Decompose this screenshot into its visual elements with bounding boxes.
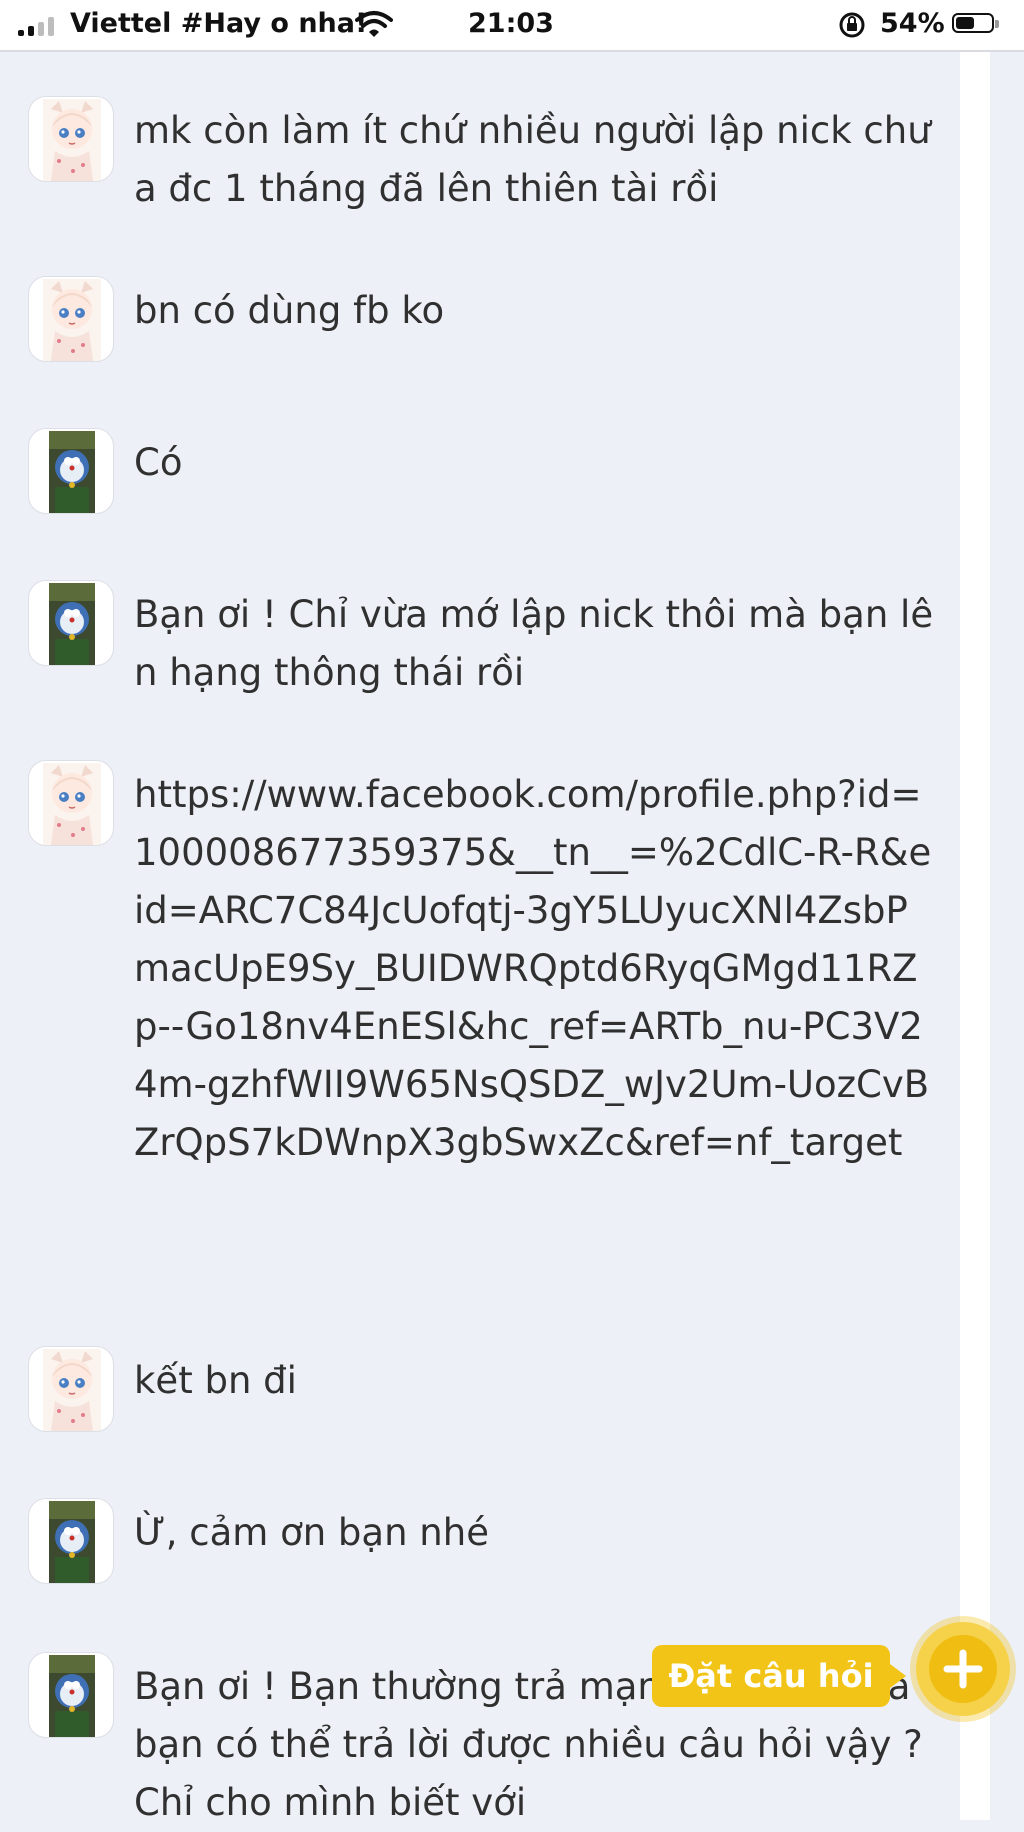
avatar[interactable] — [28, 96, 114, 182]
avatar[interactable] — [28, 428, 114, 514]
clock: 21:03 — [468, 8, 554, 39]
avatar[interactable] — [28, 1498, 114, 1584]
comment-text: Có — [134, 441, 183, 484]
anime-girl-avatar-icon — [43, 279, 101, 361]
avatar[interactable] — [28, 1652, 114, 1738]
doraemon-avatar-icon — [49, 431, 95, 513]
comment-text: mk còn làm ít chứ nhiều người lập nick c… — [134, 109, 931, 210]
anime-girl-avatar-icon — [43, 1349, 101, 1431]
battery-icon — [952, 13, 999, 33]
scroll-rail — [960, 52, 990, 1820]
comment-text: kết bn đi — [134, 1359, 297, 1402]
avatar[interactable] — [28, 276, 114, 362]
doraemon-avatar-icon — [49, 1655, 95, 1737]
status-bar: Viettel #Hay o nha! 21:03 54% — [0, 0, 1024, 52]
carrier-name: Viettel #Hay o nha! — [70, 8, 368, 39]
avatar[interactable] — [28, 760, 114, 846]
rotation-lock-icon — [838, 11, 866, 46]
comment-text[interactable]: https://www.facebook.com/profile.php?id=… — [134, 766, 934, 1172]
wifi-icon — [355, 10, 393, 45]
doraemon-avatar-icon — [49, 1501, 95, 1583]
comment-text: bn có dùng fb ko — [134, 289, 445, 332]
battery-percentage: 54% — [880, 8, 945, 39]
plus-icon — [943, 1649, 983, 1689]
doraemon-avatar-icon — [49, 583, 95, 665]
signal-icon — [18, 16, 54, 36]
anime-girl-avatar-icon — [43, 99, 101, 181]
avatar[interactable] — [28, 1346, 114, 1432]
avatar[interactable] — [28, 580, 114, 666]
comment-text: Bạn ơi ! Chỉ vừa mớ lập nick thôi mà bạn… — [134, 593, 934, 694]
comment-text: Ừ, cảm ơn bạn nhé — [134, 1511, 489, 1554]
anime-girl-avatar-icon — [43, 763, 101, 845]
ask-question-label[interactable]: Đặt câu hỏi — [652, 1645, 906, 1707]
ask-question-button[interactable] — [916, 1622, 1010, 1716]
